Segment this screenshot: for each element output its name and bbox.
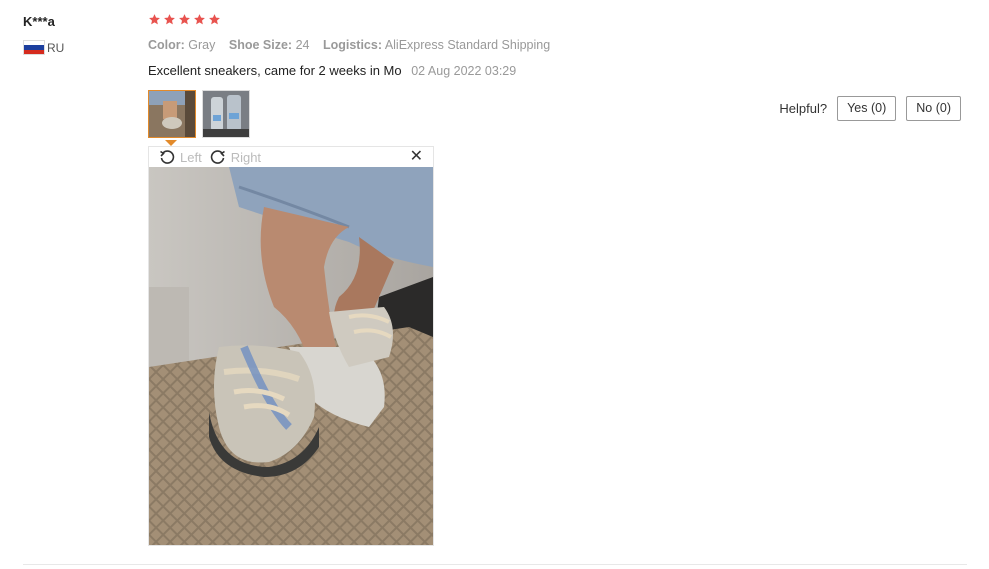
shoe-size-value: 24 <box>295 38 310 52</box>
rotate-left-icon <box>160 150 175 164</box>
review-text: Excellent sneakers, came for 2 weeks in … <box>148 63 402 78</box>
rotate-right-button[interactable]: Right <box>210 149 261 165</box>
star-icon <box>149 14 160 25</box>
color-label: Color: <box>148 38 185 52</box>
helpful-no-button[interactable]: No (0) <box>906 96 961 121</box>
helpful-yes-button[interactable]: Yes (0) <box>837 96 897 121</box>
close-icon[interactable]: ✕ <box>410 148 423 166</box>
shoe-size-label: Shoe Size: <box>228 38 293 52</box>
star-rating <box>148 13 221 26</box>
review-thumbnails <box>148 90 250 138</box>
country-code: RU <box>47 40 65 55</box>
star-icon <box>164 14 175 25</box>
rotate-left-button[interactable]: Left <box>159 149 202 165</box>
helpful-label: Helpful? <box>779 101 828 116</box>
helpful-section: Helpful? Yes (0) No (0) <box>779 96 961 121</box>
color-value: Gray <box>188 38 216 52</box>
image-viewer-toolbar: Left Right ✕ <box>149 147 433 167</box>
review-thumbnail-2[interactable] <box>202 90 250 138</box>
star-icon <box>194 14 205 25</box>
review-item: K***a RU Color: Gray Shoe Size: 24 Logis… <box>0 0 989 569</box>
review-thumbnail-1[interactable] <box>148 90 196 138</box>
review-divider <box>23 564 967 565</box>
reviewer-country: RU <box>23 40 64 55</box>
review-content: Excellent sneakers, came for 2 weeks in … <box>148 63 516 78</box>
review-photo-large <box>149 167 433 545</box>
reviewer-name: K***a <box>23 14 55 29</box>
logistics-value: AliExpress Standard Shipping <box>384 38 551 52</box>
logistics-label: Logistics: <box>322 38 383 52</box>
rotate-right-label: Right <box>230 149 262 165</box>
star-icon <box>209 14 220 25</box>
star-icon <box>179 14 190 25</box>
rotate-left-label: Left <box>180 149 202 165</box>
image-viewer: Left Right ✕ <box>148 146 434 546</box>
rotate-right-icon <box>210 150 225 164</box>
review-date: 02 Aug 2022 03:29 <box>411 64 517 78</box>
russia-flag-icon <box>23 40 45 55</box>
sku-info: Color: Gray Shoe Size: 24 Logistics: Ali… <box>148 38 560 52</box>
